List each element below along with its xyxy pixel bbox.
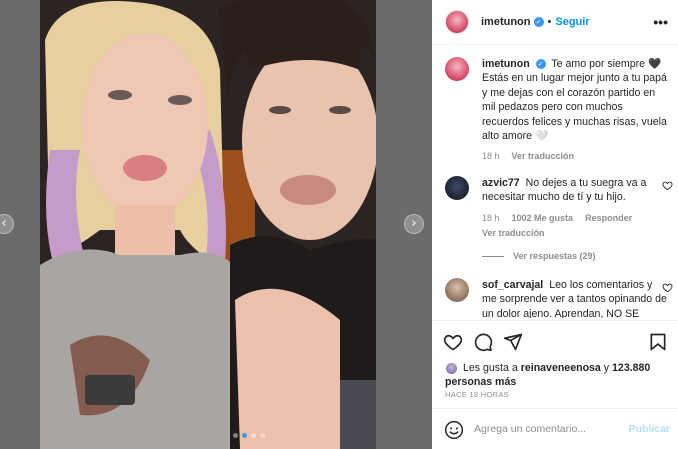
carousel-dot: [251, 433, 256, 438]
comments-list[interactable]: imetunon ✓ Te amo por siempre 🖤 Estás en…: [432, 46, 678, 318]
comment-likes[interactable]: 1002 Me gusta: [512, 213, 574, 223]
comment-avatar[interactable]: [445, 278, 469, 302]
post-actions-bar: [432, 320, 678, 360]
liker-avatar: [445, 361, 458, 375]
replies-line: [482, 255, 504, 257]
comment-item: sof_carvajal Leo los comentarios y me so…: [445, 278, 673, 318]
emoji-smiley-icon[interactable]: [444, 420, 464, 440]
view-replies-label: Ver respuestas (29): [513, 251, 596, 261]
author-username[interactable]: imetunon ✓: [481, 16, 544, 28]
likes-count[interactable]: 123.880: [612, 362, 650, 374]
caption: imetunon ✓ Te amo por siempre 🖤 Estás en…: [445, 57, 669, 161]
carousel-dot: [233, 433, 238, 438]
follow-button[interactable]: Seguir: [555, 16, 589, 28]
liker-username[interactable]: reinaveneenosa: [521, 362, 601, 374]
caption-text: Te amo por siempre 🖤 Estás en un lugar m…: [482, 58, 667, 143]
caption-avatar[interactable]: [445, 57, 469, 81]
post-side-panel: imetunon ✓ • Seguir ••• imetunon ✓ Te amo…: [432, 0, 678, 449]
verified-icon: ✓: [533, 17, 544, 28]
like-comment-heart-icon[interactable]: [662, 180, 673, 191]
caption-meta: 18 h Ver traducción: [482, 151, 669, 161]
comment-input[interactable]: [474, 420, 624, 438]
comment-item: azvic77 No dejes a tu suegra va a necesi…: [445, 176, 673, 238]
add-comment-bar: Publicar: [432, 408, 678, 449]
publish-button[interactable]: Publicar: [629, 423, 670, 435]
more-options-icon[interactable]: •••: [653, 14, 668, 30]
comment-time: 18 h: [482, 212, 500, 223]
verified-icon: ✓: [535, 59, 546, 70]
comment-meta: 18 h 1002 Me gusta Responder: [482, 213, 669, 223]
carousel-indicator: [233, 433, 265, 439]
comment-text-block: sof_carvajal Leo los comentarios y me so…: [482, 278, 669, 318]
share-paper-plane-icon[interactable]: [503, 332, 523, 352]
author-avatar[interactable]: [445, 10, 469, 34]
view-replies-button[interactable]: Ver respuestas (29): [482, 251, 596, 261]
post-header: imetunon ✓ • Seguir •••: [432, 0, 678, 45]
comment-username[interactable]: sof_carvajal: [482, 279, 543, 291]
post-timestamp: HACE 18 HORAS: [445, 390, 509, 399]
comment-translate-link[interactable]: Ver traducción: [482, 228, 669, 238]
photo-illustration: [40, 0, 376, 449]
comment-avatar[interactable]: [445, 176, 469, 200]
caption-username[interactable]: imetunon ✓: [482, 58, 546, 70]
like-comment-heart-icon[interactable]: [662, 282, 673, 293]
header-separator: •: [547, 16, 552, 28]
caption-translate-link[interactable]: Ver traducción: [512, 151, 575, 161]
like-heart-icon[interactable]: [443, 332, 463, 352]
carousel-dot: [260, 433, 265, 438]
comment-bubble-icon[interactable]: [473, 332, 493, 352]
comment-username[interactable]: azvic77: [482, 177, 520, 189]
carousel-dot-active: [242, 433, 247, 438]
save-bookmark-icon[interactable]: [648, 332, 668, 352]
caption-text-block: imetunon ✓ Te amo por siempre 🖤 Estás en…: [482, 57, 669, 143]
caption-time: 18 h: [482, 151, 500, 162]
likes-summary[interactable]: Les gusta a reinaveneenosa y 123.880 per…: [445, 361, 670, 389]
carousel-next-button[interactable]: ›: [404, 214, 424, 234]
post-photo: [40, 0, 376, 449]
comment-reply-button[interactable]: Responder: [585, 213, 632, 223]
comment-text-block: azvic77 No dejes a tu suegra va a necesi…: [482, 176, 669, 205]
